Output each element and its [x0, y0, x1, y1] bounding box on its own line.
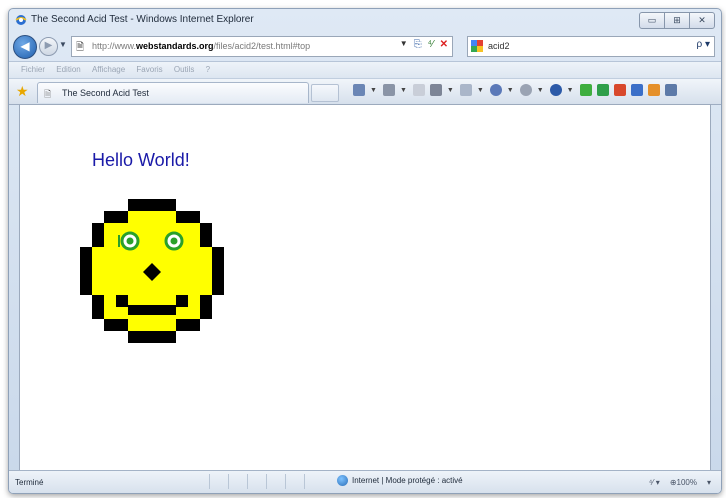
print-icon[interactable] [429, 84, 442, 96]
search-icon[interactable]: ρ ▾ [697, 39, 711, 50]
tools-icon[interactable] [519, 84, 532, 96]
zoom-caret-icon[interactable]: ▾ [707, 478, 711, 487]
url-path: /files/acid2/test.html#top [213, 41, 311, 51]
navigation-bar: ◀ ▶ ▼ 🗎 http://www.webstandards.org/file… [9, 33, 721, 59]
menu-item-favoris[interactable]: Favoris [136, 62, 162, 78]
status-pane [266, 474, 285, 489]
forward-button[interactable]: ▶ [39, 37, 58, 56]
security-zone[interactable]: Internet | Mode protégé : activé [337, 475, 463, 486]
page-menu-icon[interactable] [459, 84, 472, 96]
recent-pages-dropdown[interactable]: ▼ [59, 40, 67, 49]
menu-item-help[interactable]: ? [206, 62, 210, 78]
status-pane [228, 474, 247, 489]
compatibility-view-icon[interactable]: ⎘ [414, 39, 422, 50]
page-caret-icon[interactable]: ▼ [477, 87, 484, 94]
safety-icon[interactable] [489, 84, 502, 96]
menu-item-outils[interactable]: Outils [174, 62, 194, 78]
address-bar[interactable]: 🗎 http://www.webstandards.org/files/acid… [71, 36, 453, 57]
ie-logo-icon [15, 15, 27, 25]
status-pane [247, 474, 266, 489]
back-button[interactable]: ◀ [13, 35, 37, 59]
security-status-icon[interactable]: ⁴⁄ ▾ [649, 478, 660, 487]
refresh-icon[interactable]: ⁴⁄ [428, 39, 434, 50]
address-url[interactable]: http://www.webstandards.org/files/acid2/… [92, 41, 310, 51]
page-icon: 🗎 [76, 42, 85, 53]
status-bar: Terminé Internet | Mode protégé : activé… [9, 470, 721, 493]
globe-icon [337, 475, 348, 486]
menu-item-fichier[interactable]: Fichier [21, 62, 45, 78]
search-provider-icon[interactable] [471, 40, 483, 52]
status-pane [304, 474, 323, 489]
feeds-caret-icon[interactable]: ▼ [400, 87, 407, 94]
addon-red-icon[interactable] [613, 84, 626, 96]
addon-grid-icon[interactable] [664, 84, 677, 96]
status-pane [285, 474, 304, 489]
window-controls: ▭ ⊞ ✕ [639, 12, 715, 29]
title-bar: The Second Acid Test - Windows Internet … [9, 9, 721, 31]
addon-green-icon[interactable] [596, 84, 609, 96]
home-icon[interactable] [353, 84, 365, 96]
tab-bar: ★ 🗎 The Second Acid Test ▼ ▼ ▼ ▼ ▼ ▼ ▼ [9, 78, 721, 105]
maximize-button[interactable]: ⊞ [664, 12, 690, 29]
feeds-icon[interactable] [382, 84, 395, 96]
print-caret-icon[interactable]: ▼ [447, 87, 454, 94]
page-viewport: Hello World! [19, 104, 711, 472]
menu-bar: Fichier Edition Affichage Favoris Outils… [9, 61, 721, 78]
window-title: The Second Acid Test - Windows Internet … [31, 14, 254, 25]
search-input[interactable]: acid2 [488, 41, 510, 51]
url-domain: webstandards.org [136, 41, 214, 51]
address-tools: ▼ ⎘ ⁴⁄ ✕ [400, 39, 448, 50]
status-panes [209, 474, 323, 489]
status-tools: ⁴⁄ ▾ ⊕100% ▾ [649, 478, 711, 487]
stop-icon[interactable]: ✕ [440, 39, 448, 50]
url-prefix: http://www. [92, 41, 137, 51]
browser-window: The Second Acid Test - Windows Internet … [8, 8, 722, 494]
addon-blue-icon[interactable] [630, 84, 643, 96]
address-dropdown-icon[interactable]: ▼ [400, 39, 408, 50]
check-icon[interactable] [579, 84, 592, 96]
zone-label: Internet | Mode protégé : activé [352, 476, 463, 485]
addon-orange-icon[interactable] [647, 84, 660, 96]
zoom-level[interactable]: ⊕100% [670, 478, 697, 487]
menu-item-affichage[interactable]: Affichage [92, 62, 125, 78]
tab-acid-test[interactable]: 🗎 The Second Acid Test [37, 82, 309, 103]
close-window-button[interactable]: ✕ [689, 12, 715, 29]
tools-caret-icon[interactable]: ▼ [537, 87, 544, 94]
acid2-smiley-face [80, 199, 224, 343]
search-box[interactable]: acid2 ρ ▾ [467, 36, 715, 57]
favorites-star-icon[interactable]: ★ [16, 83, 29, 100]
page-heading: Hello World! [92, 150, 190, 170]
status-text: Terminé [15, 478, 44, 487]
help-caret-icon[interactable]: ▼ [567, 87, 574, 94]
status-pane [209, 474, 228, 489]
command-bar: ▼ ▼ ▼ ▼ ▼ ▼ ▼ [353, 84, 682, 96]
minimize-button[interactable]: ▭ [639, 12, 665, 29]
menu-item-edition[interactable]: Edition [56, 62, 80, 78]
eye-right [164, 231, 184, 251]
home-caret-icon[interactable]: ▼ [370, 87, 377, 94]
new-tab-button[interactable] [311, 84, 339, 102]
mail-icon[interactable] [412, 84, 425, 96]
help-icon[interactable] [549, 84, 562, 96]
safety-caret-icon[interactable]: ▼ [507, 87, 514, 94]
tab-label: The Second Acid Test [62, 88, 149, 98]
tab-page-icon: 🗎 [44, 89, 52, 99]
